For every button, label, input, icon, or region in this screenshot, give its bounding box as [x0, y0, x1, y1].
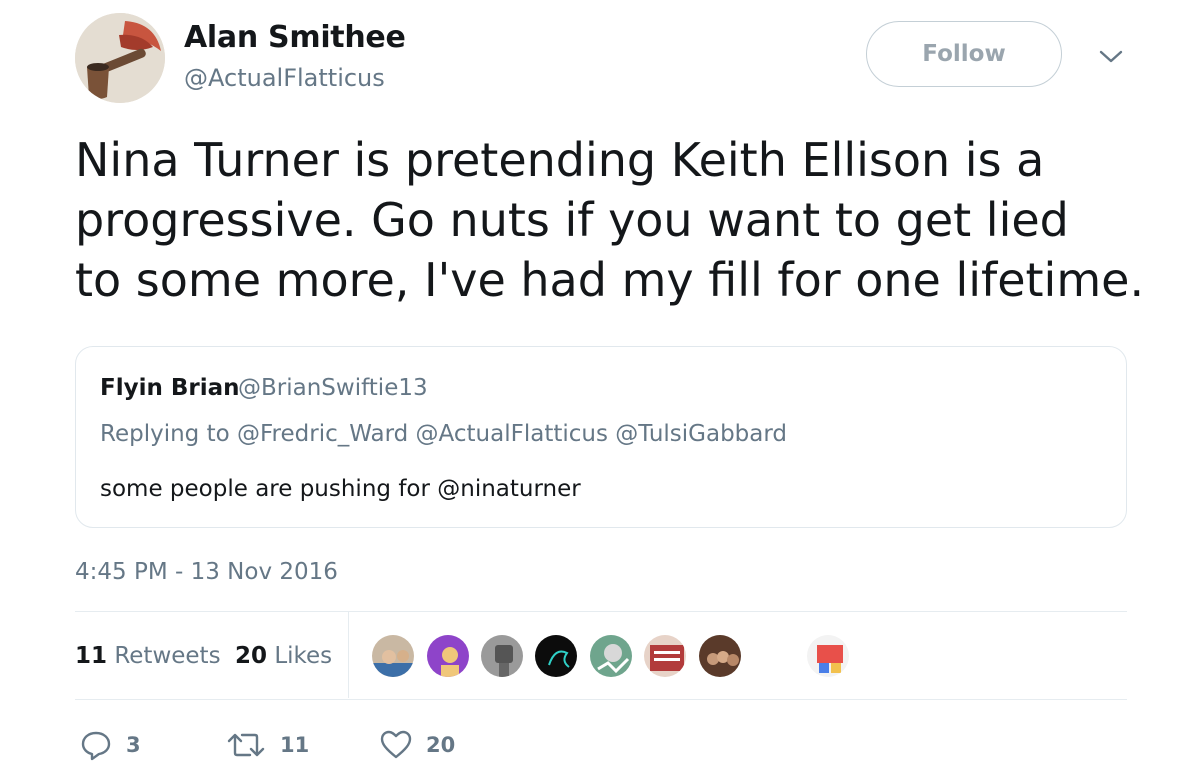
likes-stat[interactable]: 20 Likes: [235, 643, 332, 669]
retweets-count: 11: [75, 643, 108, 669]
reply-icon: [81, 731, 111, 761]
heart-icon: [380, 730, 412, 759]
retweets-stat[interactable]: 11 Retweets: [75, 643, 221, 669]
quoted-tweet-card[interactable]: Flyin Brian @BrianSwiftie13 Replying to …: [75, 346, 1127, 528]
like-count: 20: [426, 733, 456, 757]
divider-top: [75, 611, 1127, 612]
liker-avatar[interactable]: [425, 633, 471, 679]
follow-button-label: Follow: [922, 41, 1006, 67]
likes-label: Likes: [274, 643, 333, 669]
reply-count: 3: [126, 733, 141, 757]
caret-down-icon[interactable]: [1098, 46, 1124, 66]
like-action[interactable]: 20: [380, 728, 455, 762]
quoted-tweet-author-name: Flyin Brian: [100, 375, 240, 401]
reply-action[interactable]: 3: [80, 728, 141, 762]
quoted-tweet-author-handle: @BrianSwiftie13: [238, 375, 428, 401]
liker-avatar[interactable]: [479, 633, 525, 679]
likes-count: 20: [235, 643, 268, 669]
stats-divider: [348, 612, 349, 698]
author-name[interactable]: Alan Smithee: [184, 20, 406, 55]
tweet-timestamp[interactable]: 4:45 PM - 13 Nov 2016: [75, 559, 338, 585]
liker-avatar[interactable]: [697, 633, 743, 679]
follow-button[interactable]: Follow: [866, 21, 1062, 87]
tweet-text: Nina Turner is pretending Keith Ellison …: [75, 133, 1145, 307]
quoted-tweet-replying-to: Replying to @Fredric_Ward @ActualFlattic…: [100, 421, 788, 447]
retweets-label: Retweets: [114, 643, 221, 669]
retweet-action[interactable]: 11: [226, 728, 309, 762]
author-handle[interactable]: @ActualFlatticus: [184, 64, 385, 92]
retweet-icon: [227, 733, 265, 757]
liker-avatar[interactable]: [642, 633, 688, 679]
liker-avatar[interactable]: [588, 633, 634, 679]
divider-bottom: [75, 699, 1127, 700]
liker-avatar[interactable]: [805, 633, 851, 679]
retweet-count: 11: [280, 733, 310, 757]
liker-avatar[interactable]: [370, 633, 416, 679]
liker-avatar[interactable]: [533, 633, 579, 679]
author-avatar[interactable]: [75, 13, 165, 103]
quoted-tweet-text: some people are pushing for @ninaturner: [100, 476, 581, 502]
